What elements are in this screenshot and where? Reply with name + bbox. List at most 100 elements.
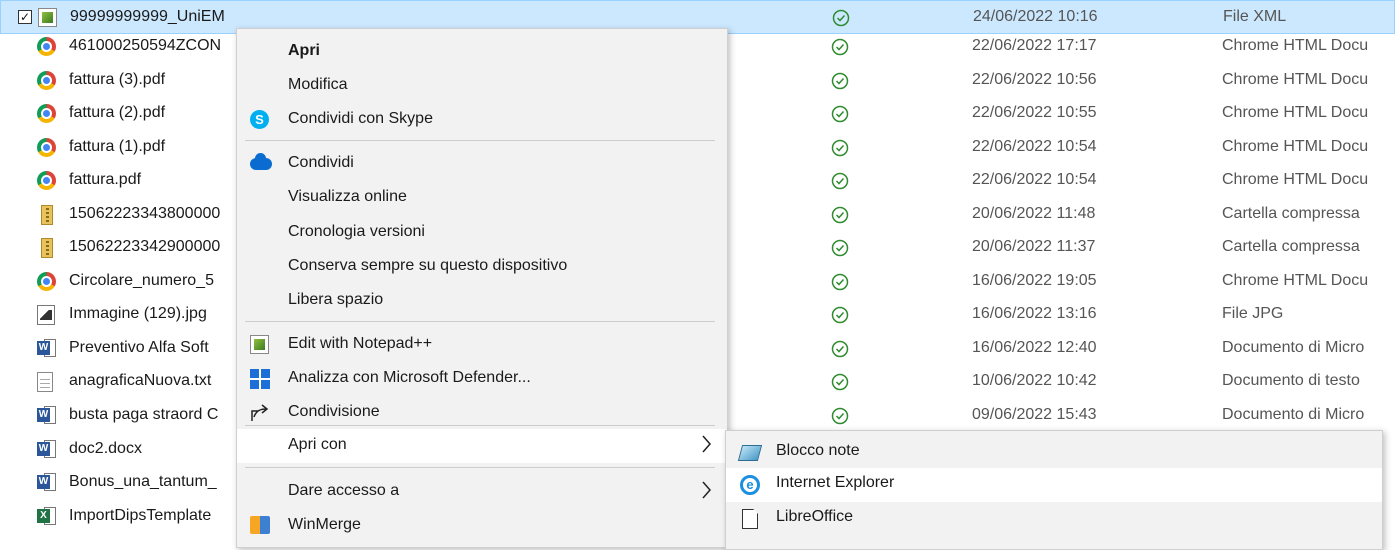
- sync-status-check-icon: [830, 406, 850, 426]
- menu-item-edit-notepadpp[interactable]: Edit with Notepad++: [237, 328, 727, 362]
- file-name[interactable]: fattura.pdf: [69, 171, 237, 191]
- file-date: 22/06/2022 10:56: [972, 71, 1097, 88]
- open-with-submenu: Blocco note e Internet Explorer LibreOff…: [725, 430, 1383, 550]
- file-name[interactable]: 461000250594ZCON: [69, 37, 237, 57]
- file-date: 24/06/2022 10:16: [973, 8, 1098, 25]
- file-date: 09/06/2022 15:43: [972, 406, 1097, 423]
- file-name[interactable]: doc2.docx: [69, 440, 237, 460]
- file-type: Cartella compressa: [1222, 205, 1360, 222]
- libreoffice-icon: [740, 509, 760, 529]
- sync-status-check-icon: [830, 339, 850, 359]
- menu-item-edit-label: Modifica: [288, 76, 348, 93]
- file-date: 22/06/2022 10:54: [972, 171, 1097, 188]
- file-name[interactable]: 99999999999_UniEM: [70, 8, 238, 28]
- submenu-item-internet-explorer[interactable]: e Internet Explorer: [726, 468, 1382, 502]
- menu-item-edit[interactable]: Modifica: [237, 69, 727, 103]
- menu-item-share-skype-label: Condividi con Skype: [288, 110, 433, 127]
- sync-status-check-icon: [830, 372, 850, 392]
- submenu-item-notepad[interactable]: Blocco note: [726, 436, 1382, 470]
- submenu-item-notepad-label: Blocco note: [776, 442, 860, 459]
- menu-item-always-keep[interactable]: Conserva sempre su questo dispositivo: [237, 250, 727, 284]
- submenu-item-internet-explorer-label: Internet Explorer: [776, 474, 895, 491]
- file-type: Cartella compressa: [1222, 238, 1360, 255]
- file-date: 16/06/2022 12:40: [972, 339, 1097, 356]
- menu-item-give-access[interactable]: Dare accesso a: [237, 475, 727, 509]
- file-name[interactable]: Circolare_numero_5: [69, 272, 237, 292]
- file-date: 20/06/2022 11:37: [972, 238, 1096, 255]
- file-type: Chrome HTML Docu: [1222, 171, 1369, 188]
- submenu-item-libreoffice[interactable]: LibreOffice: [726, 502, 1382, 536]
- sync-status-check-icon: [830, 37, 850, 57]
- menu-item-open-with-label: Apri con: [288, 436, 347, 453]
- menu-item-open[interactable]: Apri: [237, 35, 727, 69]
- menu-item-open-with[interactable]: Apri con: [237, 429, 727, 463]
- sync-status-check-icon: [830, 205, 850, 225]
- menu-item-share-label: Condividi: [288, 154, 354, 171]
- image-file-icon: [37, 305, 57, 325]
- winmerge-icon: [250, 516, 270, 536]
- menu-item-defender-scan-label: Analizza con Microsoft Defender...: [288, 369, 531, 386]
- menu-item-defender-scan[interactable]: Analizza con Microsoft Defender...: [237, 362, 727, 396]
- sync-status-check-icon: [830, 138, 850, 158]
- sync-status-check-icon: [830, 305, 850, 325]
- notepad-plus-icon: [38, 8, 58, 28]
- menu-item-edit-notepadpp-label: Edit with Notepad++: [288, 335, 433, 352]
- file-type: Chrome HTML Docu: [1222, 71, 1369, 88]
- file-name[interactable]: anagraficaNuova.txt: [69, 372, 237, 392]
- text-file-icon: [37, 372, 57, 392]
- file-name[interactable]: Preventivo Alfa Soft: [69, 339, 237, 359]
- file-name[interactable]: fattura (1).pdf: [69, 138, 237, 158]
- file-name[interactable]: Bonus_una_tantum_: [69, 473, 237, 493]
- file-name[interactable]: ImportDipsTemplate: [69, 507, 237, 527]
- file-name[interactable]: busta paga straord C: [69, 406, 237, 426]
- sync-status-check-icon: [831, 8, 851, 28]
- chevron-right-icon: [700, 478, 714, 502]
- file-name[interactable]: fattura (3).pdf: [69, 71, 237, 91]
- menu-item-winmerge[interactable]: WinMerge: [237, 509, 727, 543]
- file-type: File JPG: [1222, 305, 1284, 322]
- menu-separator: [245, 321, 715, 322]
- menu-item-view-online-label: Visualizza online: [288, 188, 407, 205]
- defender-shield-icon: [250, 369, 270, 389]
- word-icon: W: [37, 440, 57, 460]
- file-date: 22/06/2022 17:17: [972, 37, 1097, 54]
- share-arrow-icon: [250, 403, 270, 423]
- menu-item-sharing-label: Condivisione: [288, 403, 380, 420]
- menu-item-view-online[interactable]: Visualizza online: [237, 181, 727, 215]
- notepad-icon: [737, 443, 763, 463]
- file-type: Chrome HTML Docu: [1222, 37, 1369, 54]
- menu-item-give-access-label: Dare accesso a: [288, 482, 400, 499]
- menu-item-winmerge-label: WinMerge: [288, 516, 361, 533]
- file-type: Chrome HTML Docu: [1222, 138, 1369, 155]
- file-date: 22/06/2022 10:55: [972, 104, 1097, 121]
- zip-folder-icon: [37, 205, 57, 225]
- file-date: 10/06/2022 10:42: [972, 372, 1097, 389]
- menu-item-open-label: Apri: [288, 42, 320, 59]
- file-type: File XML: [1223, 8, 1287, 25]
- menu-separator: [245, 467, 715, 468]
- file-date: 20/06/2022 11:48: [972, 205, 1096, 222]
- row-checkbox[interactable]: ✓: [18, 10, 32, 24]
- file-name[interactable]: fattura (2).pdf: [69, 104, 237, 124]
- file-type: Documento di Micro: [1222, 406, 1365, 423]
- menu-separator: [245, 140, 715, 141]
- zip-folder-icon: [37, 238, 57, 258]
- sync-status-check-icon: [830, 171, 850, 191]
- word-icon: W: [37, 473, 57, 493]
- submenu-item-libreoffice-label: LibreOffice: [776, 508, 854, 525]
- chrome-icon: [37, 71, 57, 91]
- file-name[interactable]: 15062223343800000: [69, 205, 237, 225]
- file-date: 16/06/2022 19:05: [972, 272, 1097, 289]
- chrome-icon: [37, 138, 57, 158]
- menu-item-free-space[interactable]: Libera spazio: [237, 284, 727, 318]
- file-name[interactable]: 15062223342900000: [69, 238, 237, 258]
- menu-item-version-history[interactable]: Cronologia versioni: [237, 216, 727, 250]
- menu-item-free-space-label: Libera spazio: [288, 291, 384, 308]
- sync-status-check-icon: [830, 238, 850, 258]
- menu-item-share-skype[interactable]: S Condividi con Skype: [237, 103, 727, 137]
- file-name[interactable]: Immagine (129).jpg: [69, 305, 237, 325]
- file-date: 16/06/2022 13:16: [972, 305, 1097, 322]
- file-date: 22/06/2022 10:54: [972, 138, 1097, 155]
- onedrive-cloud-icon: [250, 153, 272, 174]
- menu-item-share[interactable]: Condividi: [237, 147, 727, 181]
